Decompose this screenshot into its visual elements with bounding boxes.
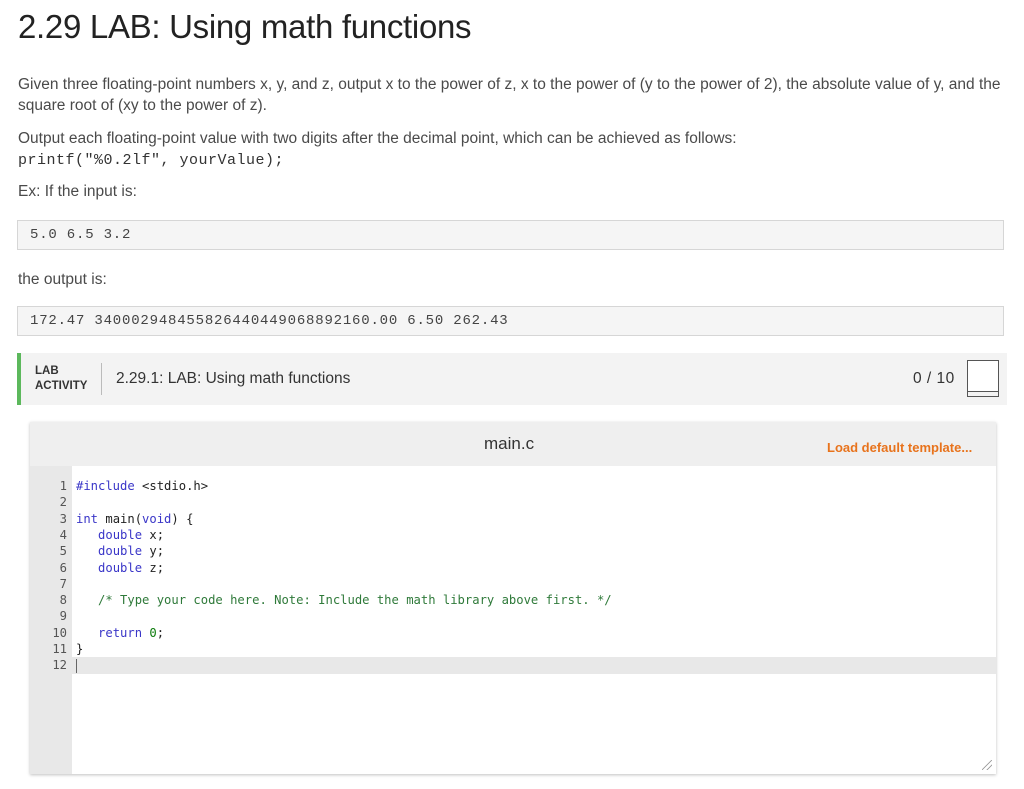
- text-cursor: [76, 658, 77, 673]
- page-title: 2.29 LAB: Using math functions: [18, 8, 472, 45]
- line-number: 9: [59, 609, 67, 624]
- lab-activity-header: LAB ACTIVITY 2.29.1: LAB: Using math fun…: [17, 353, 1007, 405]
- example-input-label: Ex: If the input is:: [18, 183, 137, 200]
- line-number: 2: [59, 495, 67, 510]
- code-line[interactable]: 10 return 0;: [30, 625, 996, 641]
- lab-divider: [101, 363, 102, 395]
- line-number: 7: [59, 576, 67, 591]
- line-number: 1: [59, 479, 67, 493]
- code-line[interactable]: 8 /* Type your code here. Note: Include …: [30, 592, 996, 608]
- line-number: 5: [59, 544, 67, 559]
- lab-tag-line2: ACTIVITY: [35, 380, 88, 392]
- code-line[interactable]: 3 int main(void) {: [30, 511, 996, 527]
- example-output-box: 172.47 340002948455826440449068892160.00…: [17, 306, 1004, 336]
- code-text[interactable]: }: [76, 641, 83, 657]
- printf-example: printf("%0.2lf", yourValue);: [18, 152, 285, 169]
- code-editor: main.c Load default template... 1 #includ…: [30, 422, 996, 774]
- code-text[interactable]: int main(void) {: [76, 511, 193, 527]
- editor-toolbar: main.c Load default template...: [30, 422, 996, 466]
- line-number: 3: [59, 511, 67, 526]
- code-line[interactable]: 11}: [30, 641, 996, 657]
- code-text[interactable]: double x;: [76, 527, 164, 543]
- code-text[interactable]: return 0;: [76, 625, 164, 641]
- lab-tag-line1: LAB: [35, 365, 59, 377]
- line-number: 4: [59, 527, 67, 542]
- code-line[interactable]: 12: [30, 657, 996, 674]
- file-name-label: main.c: [484, 434, 535, 453]
- code-text[interactable]: #include <stdio.h>: [76, 478, 208, 494]
- code-line[interactable]: 9: [30, 608, 996, 624]
- line-number: 12: [52, 658, 67, 673]
- format-instructions: Output each floating-point value with tw…: [18, 130, 737, 147]
- load-default-template-link[interactable]: Load default template...: [827, 440, 972, 455]
- lab-activity-tag: LAB ACTIVITY: [35, 364, 87, 394]
- code-line[interactable]: 4 double x;: [30, 527, 996, 543]
- line-number: 10: [52, 625, 67, 640]
- code-text[interactable]: [76, 657, 77, 673]
- code-line[interactable]: 1 #include <stdio.h>: [30, 478, 996, 494]
- line-number: 11: [52, 642, 67, 656]
- code-line[interactable]: 6 double z;: [30, 560, 996, 576]
- description-paragraph: Given three floating-point numbers x, y,…: [18, 76, 1001, 114]
- lab-score: 0 / 10: [913, 370, 955, 387]
- completion-check-icon: [967, 360, 999, 392]
- example-input-box: 5.0 6.5 3.2: [17, 220, 1004, 250]
- example-output-label: the output is:: [18, 271, 107, 288]
- line-number: 8: [59, 593, 67, 608]
- code-line[interactable]: 7: [30, 576, 996, 592]
- code-line[interactable]: 5 double y;: [30, 543, 996, 559]
- code-text[interactable]: double y;: [76, 543, 164, 559]
- resize-handle-icon[interactable]: [982, 760, 992, 770]
- line-number: 6: [59, 560, 67, 575]
- code-text[interactable]: /* Type your code here. Note: Include th…: [76, 592, 612, 608]
- lab-title: 2.29.1: LAB: Using math functions: [116, 370, 351, 387]
- code-line[interactable]: 2: [30, 494, 996, 510]
- code-text[interactable]: double z;: [76, 560, 164, 576]
